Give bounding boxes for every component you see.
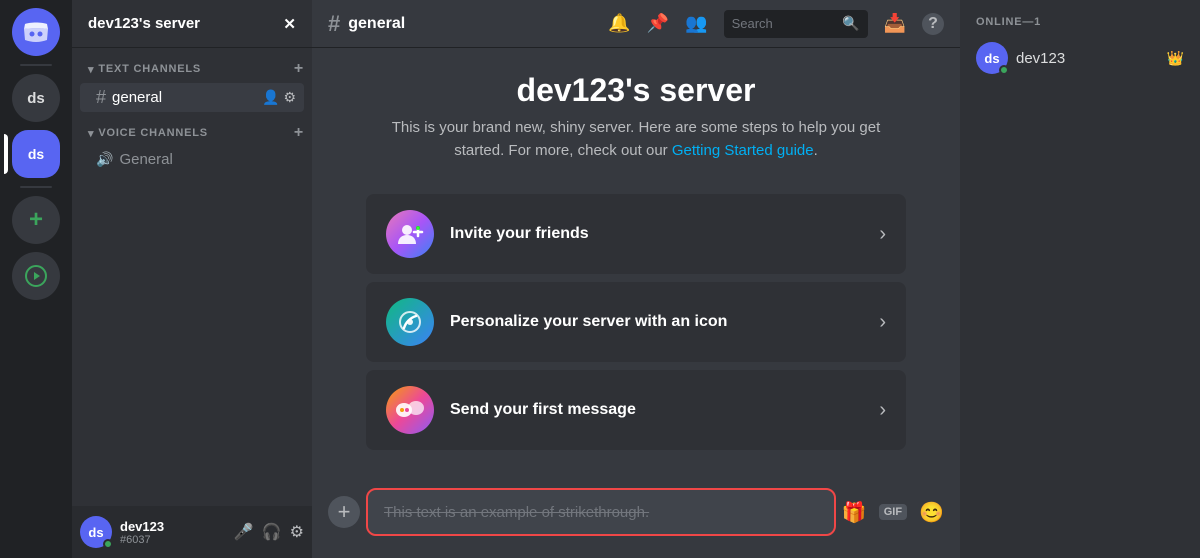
server-list: ds ds +: [0, 0, 72, 558]
user-settings-icon[interactable]: ⚙: [290, 522, 304, 542]
invite-people-icon[interactable]: 👤: [262, 89, 279, 106]
member-item-dev123[interactable]: ds dev123 👑: [968, 36, 1192, 80]
search-icon: 🔍: [842, 15, 859, 32]
channel-item-general[interactable]: # general 👤 ⚙: [80, 83, 304, 112]
status-indicator: [103, 539, 113, 549]
invite-chevron-icon: ›: [879, 223, 886, 246]
send-message-chevron-icon: ›: [879, 399, 886, 422]
text-channels-label: TEXT CHANNELS: [98, 63, 201, 75]
channel-sidebar: dev123's server ✕ ▾ TEXT CHANNELS + # ge…: [72, 0, 312, 558]
chevron-down-icon: ✕: [283, 15, 296, 33]
server-icon-ds[interactable]: ds: [12, 74, 60, 122]
send-message-card-icon: [386, 386, 434, 434]
personalize-card[interactable]: Personalize your server with an icon ›: [366, 282, 906, 362]
channel-name-general-voice: General: [119, 151, 296, 168]
send-message-label: Send your first message: [450, 401, 863, 419]
user-discriminator: #6037: [120, 534, 226, 546]
input-right-icons: 🎁 GIF 😊: [842, 500, 944, 525]
welcome-description: This is your brand new, shiny server. He…: [366, 117, 906, 162]
pin-icon[interactable]: 📌: [647, 13, 669, 34]
add-text-channel-icon[interactable]: +: [294, 60, 304, 78]
send-message-card[interactable]: Send your first message ›: [366, 370, 906, 450]
volume-icon: 🔊: [96, 151, 113, 168]
text-channels-category[interactable]: ▾ TEXT CHANNELS +: [72, 56, 312, 82]
member-status-dot: [999, 65, 1009, 75]
message-input-area: + 🎁 GIF 😊: [312, 490, 960, 558]
voice-channels-label: VOICE CHANNELS: [98, 127, 208, 139]
channel-item-general-voice[interactable]: 🔊 General: [80, 147, 304, 172]
headphones-icon[interactable]: 🎧: [262, 522, 282, 542]
server-name-header[interactable]: dev123's server ✕: [72, 0, 312, 48]
main-content: # general 🔔 📌 👥 🔍 📥 ? dev123's server Th…: [312, 0, 960, 558]
getting-started-link[interactable]: Getting Started guide: [672, 142, 814, 159]
server-icon-active[interactable]: ds: [12, 130, 60, 178]
members-icon[interactable]: 👥: [685, 13, 707, 34]
help-icon[interactable]: ?: [922, 13, 944, 35]
explore-button[interactable]: [12, 252, 60, 300]
channel-hash-icon: #: [328, 11, 340, 37]
discord-home-button[interactable]: [12, 8, 60, 56]
invite-card-icon: [386, 210, 434, 258]
server-list-divider-2: [20, 186, 52, 188]
gif-button[interactable]: GIF: [879, 504, 907, 520]
search-box[interactable]: 🔍: [724, 10, 868, 38]
welcome-title: dev123's server: [366, 72, 906, 109]
username: dev123: [120, 519, 226, 534]
hash-icon: #: [96, 87, 106, 108]
bell-icon[interactable]: 🔔: [608, 13, 630, 34]
personalize-chevron-icon: ›: [879, 311, 886, 334]
member-avatar-dev123: ds: [976, 42, 1008, 74]
header-icons: 🔔 📌 👥 🔍 📥 ?: [608, 10, 944, 38]
channel-list: ▾ TEXT CHANNELS + # general 👤 ⚙ ▾ VOICE …: [72, 48, 312, 506]
add-voice-channel-icon[interactable]: +: [294, 124, 304, 142]
search-input[interactable]: [732, 16, 837, 31]
action-cards: Invite your friends › Personalize your s…: [366, 194, 906, 450]
add-server-button[interactable]: +: [12, 196, 60, 244]
channel-header-name: general: [348, 15, 405, 33]
messages-area: dev123's server This is your brand new, …: [312, 48, 960, 490]
category-chevron-icon: ▾: [88, 63, 94, 76]
inbox-icon[interactable]: 📥: [884, 13, 906, 34]
member-name-dev123: dev123: [1016, 50, 1159, 67]
right-panel: ONLINE—1 ds dev123 👑: [960, 0, 1200, 558]
emoji-icon[interactable]: 😊: [919, 500, 944, 525]
invite-friends-label: Invite your friends: [450, 225, 863, 243]
channel-header: # general 🔔 📌 👥 🔍 📥 ?: [312, 0, 960, 48]
server-name: dev123's server: [88, 15, 200, 32]
online-members-category: ONLINE—1: [968, 16, 1192, 28]
server-list-divider: [20, 64, 52, 66]
personalize-label: Personalize your server with an icon: [450, 313, 863, 331]
crown-icon: 👑: [1167, 50, 1184, 67]
invite-friends-card[interactable]: Invite your friends ›: [366, 194, 906, 274]
voice-channels-category[interactable]: ▾ VOICE CHANNELS +: [72, 120, 312, 146]
gift-icon[interactable]: 🎁: [842, 500, 867, 525]
user-info: dev123 #6037: [120, 519, 226, 546]
message-input[interactable]: [384, 504, 818, 521]
channel-settings-icon[interactable]: ⚙: [283, 89, 296, 106]
voice-category-chevron-icon: ▾: [88, 127, 94, 140]
welcome-section: dev123's server This is your brand new, …: [366, 72, 906, 178]
channel-name-general: general: [112, 89, 262, 106]
user-panel: ds dev123 #6037 🎤 🎧 ⚙: [72, 506, 312, 558]
personalize-card-icon: [386, 298, 434, 346]
user-avatar: ds: [80, 516, 112, 548]
message-input-box[interactable]: [368, 490, 834, 534]
attach-button[interactable]: +: [328, 496, 360, 528]
mic-icon[interactable]: 🎤: [234, 522, 254, 542]
